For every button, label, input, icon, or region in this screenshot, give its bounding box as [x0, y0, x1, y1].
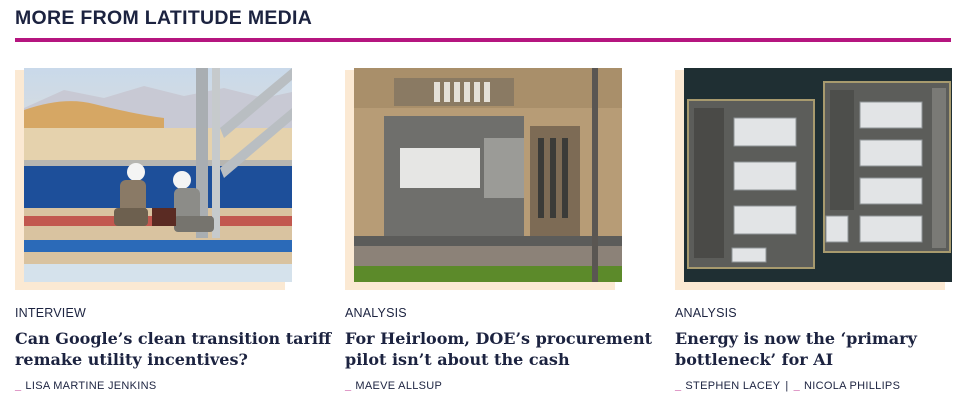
headline-line: For Heirloom, DOE’s procurement	[345, 329, 653, 348]
article-image-link[interactable]	[354, 68, 622, 282]
author-link[interactable]: LISA MARTINE JENKINS	[25, 380, 156, 392]
article-category[interactable]: INTERVIEW	[15, 306, 86, 320]
article-image-link[interactable]	[684, 68, 952, 282]
photo-aerial-datacenter-icon	[684, 68, 952, 282]
article-byline: _ MAEVE ALLSUP	[345, 380, 442, 392]
headline-line: Can Google’s clean transition tariff	[15, 329, 332, 348]
author-link[interactable]: MAEVE ALLSUP	[355, 380, 442, 392]
article-headline[interactable]: Can Google’s clean transition tariff rem…	[15, 328, 332, 370]
article-image-link[interactable]	[24, 68, 292, 282]
article-image-frame	[15, 62, 315, 292]
article-card[interactable]: ANALYSIS For Heirloom, DOE’s procurement…	[345, 62, 652, 392]
article-card[interactable]: ANALYSIS Energy is now the ‘primary bott…	[675, 62, 974, 392]
article-category[interactable]: ANALYSIS	[675, 306, 737, 320]
headline-line: Energy is now the ‘primary	[675, 329, 917, 348]
byline-dash-icon: _	[793, 380, 800, 392]
article-headline[interactable]: For Heirloom, DOE’s procurement pilot is…	[345, 328, 653, 370]
article-byline: _ STEPHEN LACEY | _ NICOLA PHILLIPS	[675, 380, 900, 392]
author-separator: |	[785, 380, 789, 392]
article-card[interactable]: INTERVIEW Can Google’s clean transition …	[15, 62, 331, 392]
article-image-frame	[675, 62, 974, 292]
author-link[interactable]: STEPHEN LACEY	[685, 380, 780, 392]
article-image-frame	[345, 62, 645, 292]
headline-line: remake utility incentives?	[15, 350, 248, 369]
photo-aerial-facility-icon	[354, 68, 622, 282]
byline-dash-icon: _	[345, 380, 352, 392]
section-divider	[15, 38, 951, 42]
article-headline[interactable]: Energy is now the ‘primary bottleneck’ f…	[675, 328, 974, 370]
byline-dash-icon: _	[15, 380, 22, 392]
article-category[interactable]: ANALYSIS	[345, 306, 407, 320]
byline-dash-icon: _	[675, 380, 682, 392]
photo-workers-pipeline-icon	[24, 68, 292, 282]
headline-line: pilot isn’t about the cash	[345, 350, 570, 369]
headline-line: bottleneck’ for AI	[675, 350, 834, 369]
section-title: MORE FROM LATITUDE MEDIA	[15, 7, 313, 29]
author-link[interactable]: NICOLA PHILLIPS	[804, 380, 900, 392]
article-byline: _ LISA MARTINE JENKINS	[15, 380, 157, 392]
